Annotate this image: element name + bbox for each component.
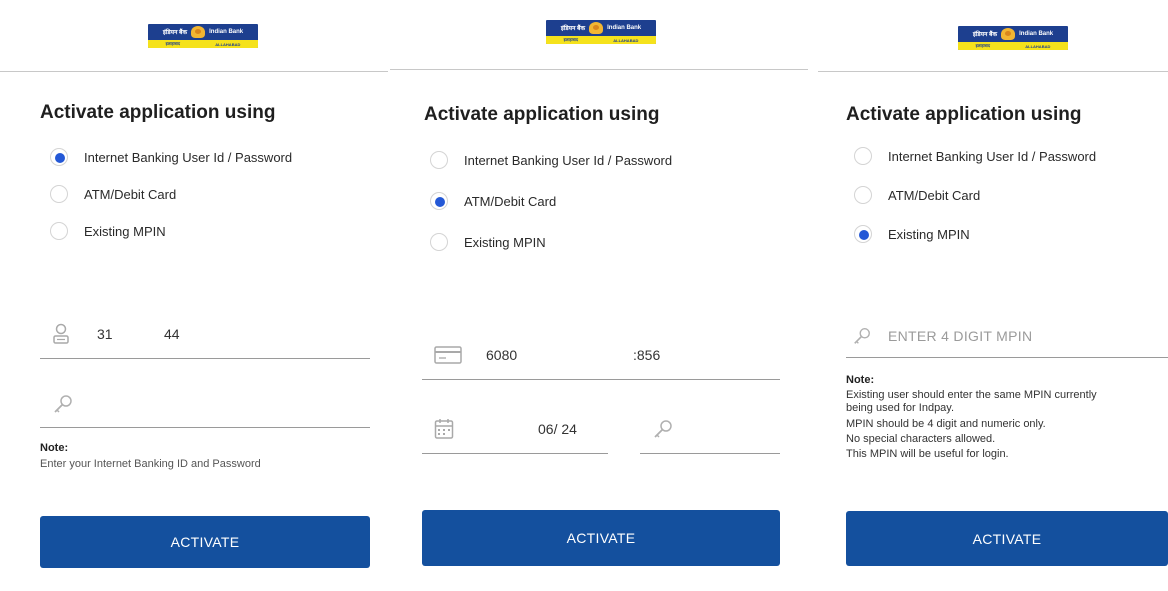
option-label: ATM/Debit Card <box>464 193 557 209</box>
logo-english-text: Indian Bank <box>607 24 642 31</box>
mpin-placeholder: ENTER 4 DIGIT MPIN <box>888 327 1033 344</box>
radio-button[interactable] <box>50 222 68 240</box>
logo-sub-left: इलाहाबाद <box>975 43 990 48</box>
card-icon <box>434 345 462 365</box>
option-label: Existing MPIN <box>84 223 166 239</box>
radio-button[interactable] <box>854 186 872 204</box>
indian-bank-logo: इंडियन बैंक Indian Bank इलाहाबाद ALLAHAB… <box>958 26 1068 50</box>
calendar-icon <box>434 418 454 440</box>
radio-button[interactable] <box>430 233 448 251</box>
mpin-input[interactable]: ENTER 4 DIGIT MPIN <box>846 314 1168 358</box>
expiry-date-value: 06/ 24 <box>538 420 577 437</box>
option-existing-mpin[interactable]: Existing MPIN <box>854 225 970 243</box>
activate-button[interactable]: ACTIVATE <box>40 516 370 568</box>
user-id-value-start: 31 <box>97 326 113 342</box>
logo-english-text: Indian Bank <box>209 28 244 35</box>
key-icon <box>852 326 872 346</box>
option-existing-mpin[interactable]: Existing MPIN <box>50 222 166 240</box>
logo-hindi-text: इंडियन बैंक <box>162 29 188 36</box>
option-atm-debit-card[interactable]: ATM/Debit Card <box>50 185 176 203</box>
app-header: इंडियन बैंक Indian Bank इलाहाबाद ALLAHAB… <box>818 0 1168 72</box>
note-line: This MPIN will be useful for login. <box>846 448 1009 460</box>
option-label: ATM/Debit Card <box>84 186 177 202</box>
note-text: Enter your Internet Banking ID and Passw… <box>40 458 261 470</box>
logo-hindi-text: इंडियन बैंक <box>560 25 586 32</box>
logo-sub-left: इलाहाबाद <box>563 37 578 42</box>
option-label: Internet Banking User Id / Password <box>464 152 673 168</box>
app-header: इंडियन बैंक Indian Bank इलाहाबाद ALLAHAB… <box>390 0 808 70</box>
activate-button[interactable]: ACTIVATE <box>422 510 780 566</box>
page-title: Activate application using <box>40 102 276 123</box>
atm-pin-field[interactable] <box>640 404 780 454</box>
indian-bank-logo: इंडियन बैंक Indian Bank इलाहाबाद ALLAHAB… <box>148 24 258 48</box>
radio-button[interactable] <box>50 185 68 203</box>
bank-emblem-icon <box>191 25 206 38</box>
activation-panel-existing-mpin: इंडियन बैंक Indian Bank इलाहाबाद ALLAHAB… <box>818 0 1168 591</box>
expiry-date-field[interactable]: 06/ 24 <box>422 404 608 454</box>
note-label: Note: <box>40 442 69 454</box>
card-number-field[interactable]: 6080 :856 <box>422 330 780 380</box>
bank-emblem-icon <box>589 21 604 34</box>
logo-sub-left: इलाहाबाद <box>165 41 180 46</box>
note-label: Note: <box>846 374 875 386</box>
option-internet-banking[interactable]: Internet Banking User Id / Password <box>854 147 1096 165</box>
logo-hindi-text: इंडियन बैंक <box>972 31 998 38</box>
note-line: Existing user should enter the same MPIN… <box>846 389 1097 401</box>
user-id-value-end: 44 <box>164 326 180 342</box>
option-label: Internet Banking User Id / Password <box>84 149 293 165</box>
option-atm-debit-card[interactable]: ATM/Debit Card <box>430 192 556 210</box>
indian-bank-logo: इंडियन बैंक Indian Bank इलाहाबाद ALLAHAB… <box>546 20 656 44</box>
logo-english-text: Indian Bank <box>1019 30 1054 37</box>
note-line: No special characters allowed. <box>846 433 996 445</box>
activate-button[interactable]: ACTIVATE <box>846 511 1168 566</box>
option-existing-mpin[interactable]: Existing MPIN <box>430 233 546 251</box>
option-internet-banking[interactable]: Internet Banking User Id / Password <box>50 148 292 166</box>
page-title: Activate application using <box>424 104 660 125</box>
bank-emblem-icon <box>1001 27 1016 40</box>
key-icon <box>652 418 674 440</box>
option-label: ATM/Debit Card <box>888 187 981 203</box>
radio-button[interactable] <box>854 147 872 165</box>
note-line: being used for Indpay. <box>846 402 955 414</box>
radio-button-selected[interactable] <box>854 225 872 243</box>
logo-sub-right: ALLAHABAD <box>613 37 639 43</box>
key-icon <box>52 393 74 415</box>
note-line: MPIN should be 4 digit and numeric only. <box>846 418 1046 430</box>
page-title: Activate application using <box>846 104 1082 125</box>
logo-sub-right: ALLAHABAD <box>215 41 241 47</box>
card-number-start: 6080 <box>486 346 518 363</box>
logo-sub-right: ALLAHABAD <box>1025 43 1051 49</box>
option-internet-banking[interactable]: Internet Banking User Id / Password <box>430 151 672 169</box>
card-number-end: :856 <box>633 346 661 363</box>
password-field[interactable] <box>40 380 370 428</box>
radio-button[interactable] <box>430 151 448 169</box>
option-label: Existing MPIN <box>464 234 546 250</box>
user-icon <box>52 323 70 345</box>
radio-button-selected[interactable] <box>430 192 448 210</box>
option-atm-debit-card[interactable]: ATM/Debit Card <box>854 186 980 204</box>
activation-panel-internet-banking: इंडियन बैंक Indian Bank इलाहाबाद ALLAHAB… <box>0 0 388 591</box>
activation-panel-atm-card: इंडियन बैंक Indian Bank इलाहाबाद ALLAHAB… <box>390 0 808 591</box>
app-header: इंडियन बैंक Indian Bank इलाहाबाद ALLAHAB… <box>0 0 388 72</box>
radio-button-selected[interactable] <box>50 148 68 166</box>
user-id-field[interactable]: 31 44 <box>40 310 370 359</box>
option-label: Existing MPIN <box>888 226 970 242</box>
option-label: Internet Banking User Id / Password <box>888 148 1097 164</box>
